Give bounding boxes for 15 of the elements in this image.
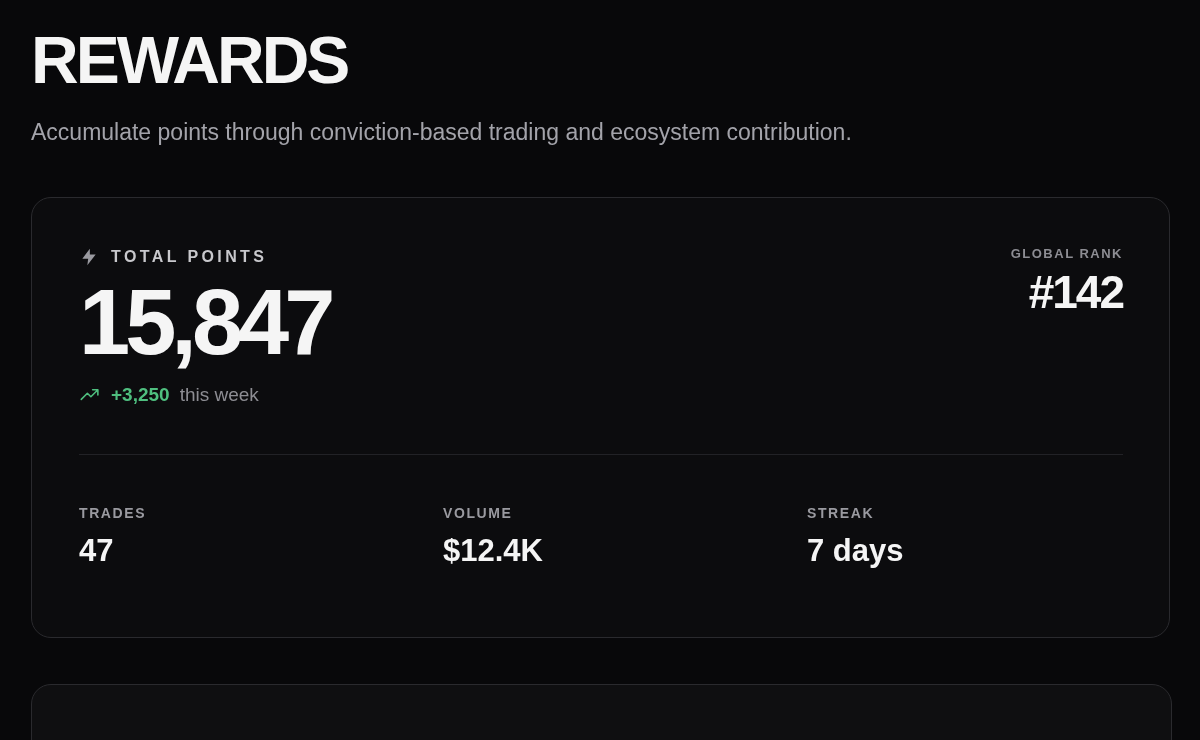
stat-label: TRADES [79,505,147,521]
stat-label: STREAK [807,505,875,521]
stat-value: 47 [79,533,114,569]
trend-up-icon [79,388,101,402]
page-subtitle: Accumulate points through conviction-based trading and ecosystem contribution. [31,118,853,147]
total-points-value: 15,847 [79,274,331,370]
page-title: REWARDS [31,22,348,98]
stat-value: 7 days [807,533,904,569]
stat-label: VOLUME [443,505,513,521]
global-rank-value: #142 [1028,265,1123,319]
total-points-label: TOTAL POINTS [111,248,268,266]
stat-value: $12.4K [443,533,543,569]
points-change: +3,250 [111,384,170,406]
change-period: this week [179,384,259,406]
global-rank-label: GLOBAL RANK [1010,246,1123,261]
